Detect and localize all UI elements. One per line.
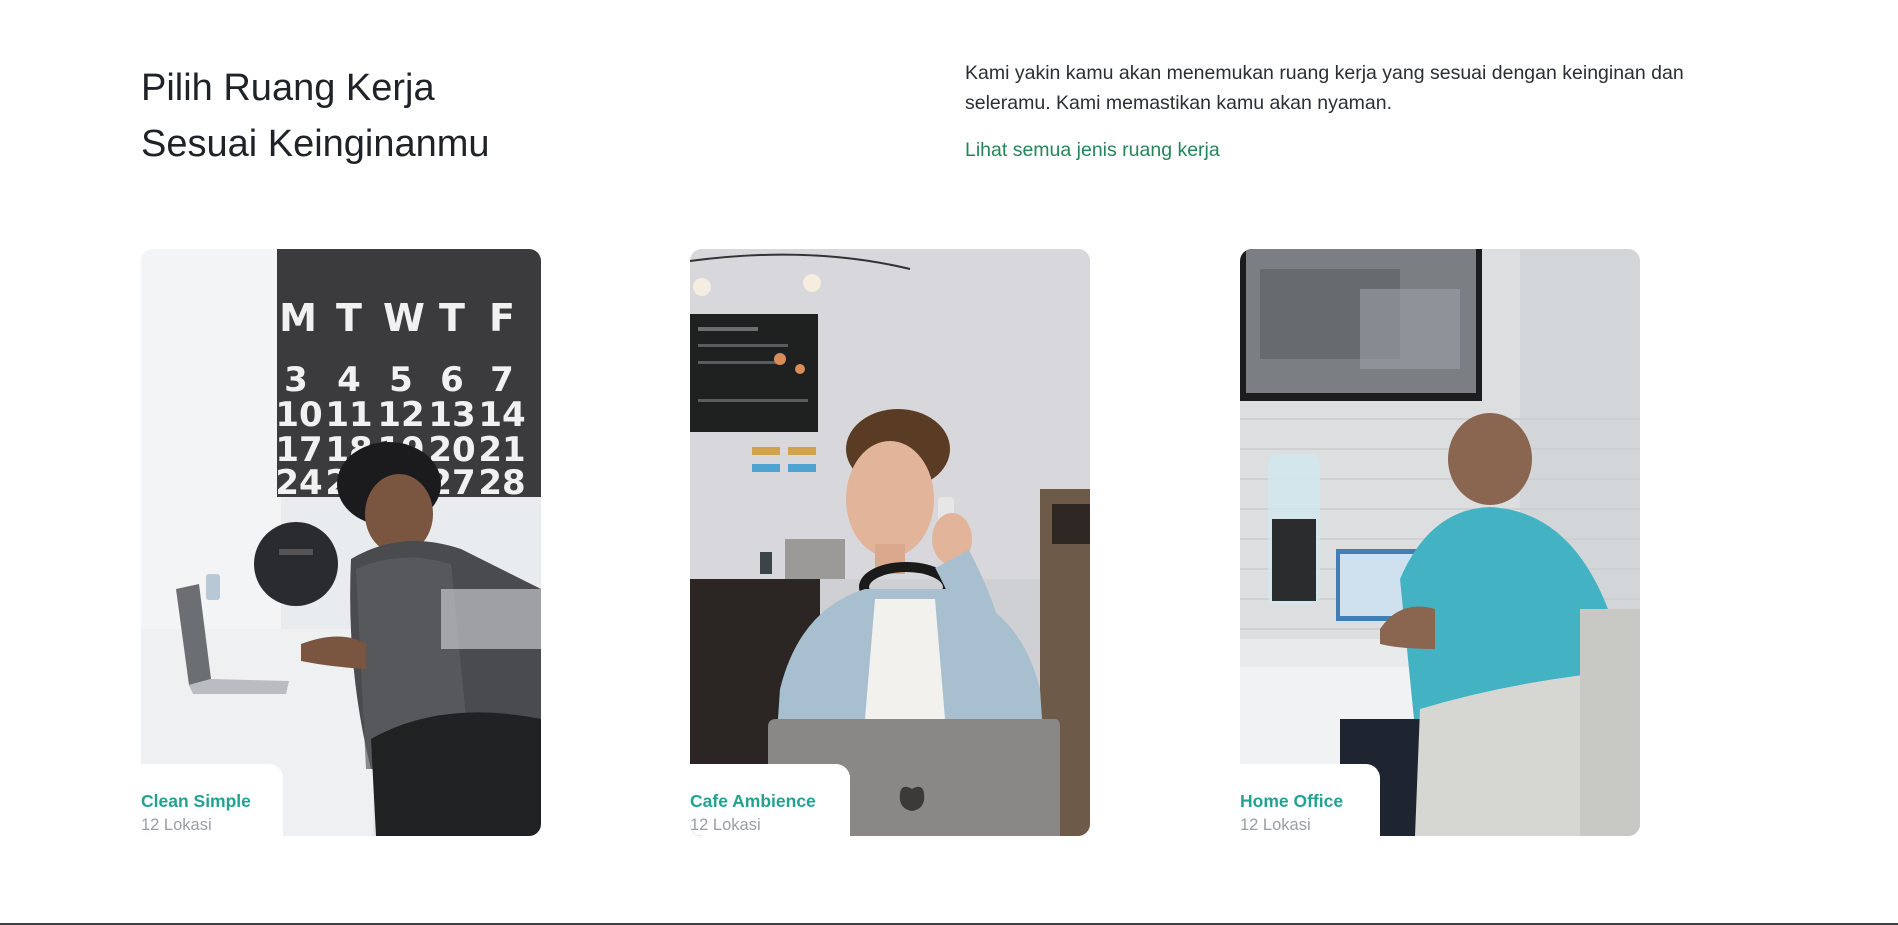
calendar-date: 28 <box>478 463 525 503</box>
workspace-caption: Cafe Ambience 12 Lokasi <box>690 764 850 836</box>
workspace-location-count: 12 Lokasi <box>690 816 761 834</box>
workspace-name: Cafe Ambience <box>690 791 816 811</box>
calendar-day: W <box>383 296 425 340</box>
calendar-day: T <box>439 296 465 340</box>
calendar-date: 11 <box>325 395 372 435</box>
calendar-date: 5 <box>389 360 413 400</box>
workspace-photo-cafe-ambience <box>690 249 1090 836</box>
heading-line-2: Sesuai Keinginanmu <box>141 123 490 165</box>
calendar-day: M <box>279 296 317 340</box>
workspace-photo-clean-simple: M T W T F 3 4 5 6 7 10 11 12 13 14 17 18 <box>141 249 541 836</box>
section-heading: Pilih Ruang Kerja Sesuai Keinginanmu <box>141 60 561 172</box>
workspace-card-home-office[interactable]: Home Office 12 Lokasi <box>1240 249 1640 836</box>
workspace-photo-home-office <box>1240 249 1640 836</box>
section-description: Kami yakin kamu akan menemukan ruang ker… <box>965 62 1684 114</box>
calendar-date: 10 <box>275 395 322 435</box>
calendar-day: T <box>336 296 362 340</box>
workspace-card-clean-simple[interactable]: M T W T F 3 4 5 6 7 10 11 12 13 14 17 18 <box>141 249 541 836</box>
workspace-section: Pilih Ruang Kerja Sesuai Keinginanmu Kam… <box>0 0 1898 925</box>
workspace-caption: Clean Simple 12 Lokasi <box>141 764 283 836</box>
workspace-name: Clean Simple <box>141 791 251 811</box>
calendar-date: 12 <box>377 395 424 435</box>
workspace-card-cafe-ambience[interactable]: Cafe Ambience 12 Lokasi <box>690 249 1090 836</box>
workspace-name: Home Office <box>1240 791 1344 811</box>
calendar-date: 4 <box>337 360 361 400</box>
workspace-caption: Home Office 12 Lokasi <box>1240 764 1380 836</box>
heading-line-1: Pilih Ruang Kerja <box>141 67 435 109</box>
calendar-date: 3 <box>284 360 308 400</box>
calendar-date: 13 <box>428 395 475 435</box>
calendar-date: 7 <box>490 360 514 400</box>
workspace-location-count: 12 Lokasi <box>141 816 212 834</box>
calendar-date: 6 <box>440 360 464 400</box>
section-intro: Kami yakin kamu akan menemukan ruang ker… <box>965 58 1725 163</box>
view-all-workspaces-link[interactable]: Lihat semua jenis ruang kerja <box>965 137 1220 163</box>
calendar-day: F <box>489 296 515 340</box>
calendar-date: 24 <box>275 463 322 503</box>
workspace-location-count: 12 Lokasi <box>1240 816 1311 834</box>
calendar-date: 14 <box>478 395 525 435</box>
